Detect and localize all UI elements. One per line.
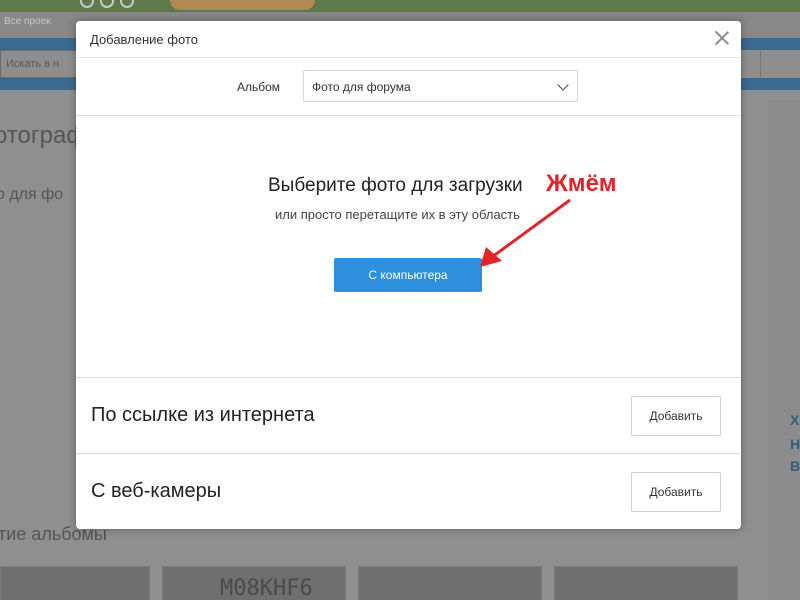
- album-row: Альбом Фото для форума: [76, 58, 741, 116]
- close-icon[interactable]: [713, 29, 731, 47]
- dialog-title: Добавление фото: [90, 31, 198, 47]
- background-search-placeholder: Искать в н: [6, 58, 60, 70]
- webcam-upload-label: С веб-камеры: [91, 480, 222, 502]
- album-select[interactable]: Фото для форума: [303, 70, 578, 102]
- background-search-button: [760, 50, 800, 78]
- link-upload-row: По ссылке из интернета Добавить: [76, 377, 741, 454]
- chevron-down-icon: [557, 79, 569, 91]
- background-right-letter: Н: [790, 436, 800, 452]
- background-right-letter: В: [790, 458, 800, 474]
- annotation-arrow-icon: [480, 198, 571, 267]
- dialog-header: Добавление фото: [76, 21, 741, 58]
- album-select-value: Фото для форума: [312, 80, 411, 94]
- upload-title: Выберите фото для загрузки: [268, 175, 523, 196]
- add-photo-dialog: Добавление фото Альбом Фото для форума В…: [76, 21, 741, 529]
- background-top-tab: [170, 0, 315, 10]
- background-nav-text: Все проек: [4, 16, 51, 27]
- link-upload-label: По ссылке из интернета: [91, 404, 315, 426]
- annotation-label: Жмём: [546, 170, 617, 197]
- background-right-letter: Х: [790, 412, 800, 428]
- upload-drop-area[interactable]: Выберите фото для загрузки или просто пе…: [76, 117, 741, 377]
- link-add-button[interactable]: Добавить: [631, 396, 721, 436]
- background-right-column: [768, 100, 800, 600]
- webcam-upload-row: С веб-камеры Добавить: [76, 453, 741, 529]
- album-label: Альбом: [237, 80, 281, 94]
- background-subheading: о для фо: [0, 186, 64, 203]
- from-computer-button[interactable]: С компьютера: [334, 258, 482, 292]
- background-thumb-text: M08KHF6: [220, 576, 313, 600]
- webcam-add-button[interactable]: Добавить: [631, 472, 721, 512]
